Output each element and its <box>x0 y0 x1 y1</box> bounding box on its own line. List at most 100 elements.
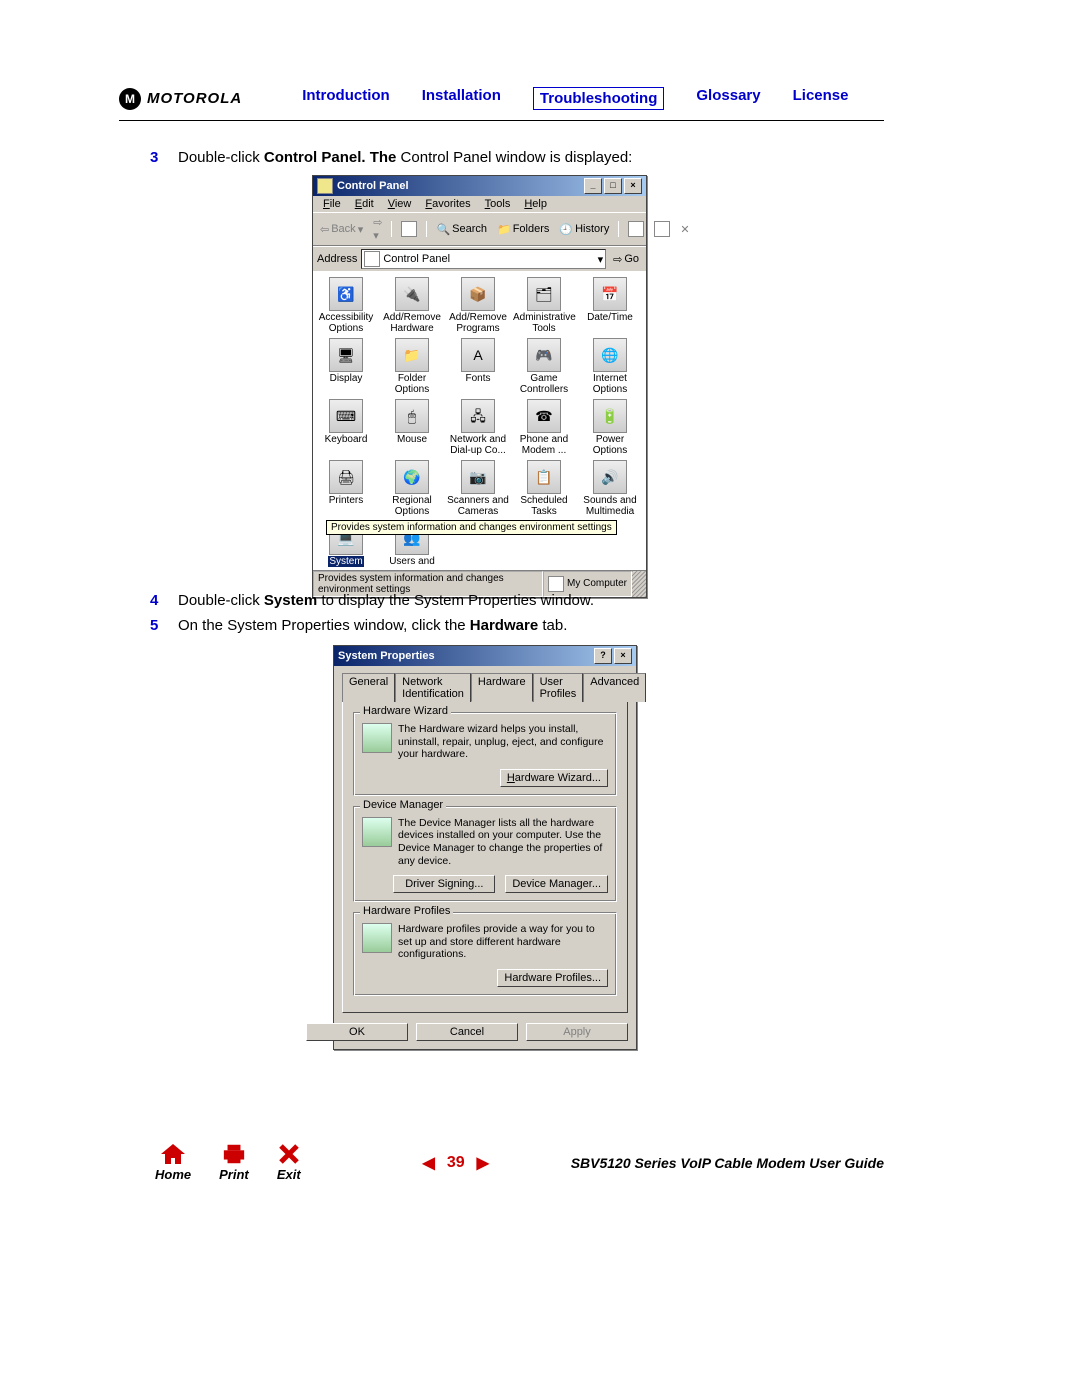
cp-item-add-remove-programs[interactable]: 📦Add/Remove Programs <box>447 277 509 334</box>
system-properties-window: System Properties ? × GeneralNetwork Ide… <box>333 645 637 1050</box>
step-number: 3 <box>150 147 178 168</box>
address-input[interactable]: Control Panel ▾ <box>361 249 606 269</box>
prev-page-arrow[interactable]: ◀ <box>423 1153 435 1173</box>
tab-advanced[interactable]: Advanced <box>583 673 646 702</box>
cp-item-internet-options[interactable]: 🌐Internet Options <box>579 338 641 395</box>
item-icon: 🔋 <box>593 399 627 433</box>
tab-strip: GeneralNetwork IdentificationHardwareUse… <box>342 672 628 701</box>
next-page-arrow[interactable]: ▶ <box>477 1153 489 1173</box>
cp-item-mouse[interactable]: 🖱Mouse <box>381 399 443 456</box>
cp-item-date-time[interactable]: 📅Date/Time <box>579 277 641 334</box>
step-text: Double-click Control Panel. The Control … <box>178 147 632 168</box>
move-to-button[interactable] <box>625 220 647 238</box>
tab-user-profiles[interactable]: User Profiles <box>533 673 584 702</box>
menu-file[interactable]: File <box>317 197 347 211</box>
close-button[interactable]: × <box>614 648 632 664</box>
tab-network-identification[interactable]: Network Identification <box>395 673 471 702</box>
step-number: 5 <box>150 617 178 634</box>
device-manager-button[interactable]: Device Manager... <box>505 875 608 893</box>
step-5: 5 On the System Properties window, click… <box>150 617 884 634</box>
step-3: 3 Double-click Control Panel. The Contro… <box>150 147 884 168</box>
hardware-wizard-button[interactable]: Hardware Wizard... <box>500 769 608 787</box>
nav-introduction[interactable]: Introduction <box>302 87 389 110</box>
cp-item-display[interactable]: 🖥Display <box>315 338 377 395</box>
hardware-profiles-button[interactable]: Hardware Profiles... <box>497 969 608 987</box>
cp-item-regional-options[interactable]: 🌍Regional Options <box>381 460 443 517</box>
cp-item-power-options[interactable]: 🔋Power Options <box>579 399 641 456</box>
help-button[interactable]: ? <box>594 648 612 664</box>
item-icon: 📦 <box>461 277 495 311</box>
tooltip: Provides system information and changes … <box>326 520 617 535</box>
copy-to-button[interactable] <box>651 220 673 238</box>
hardware-profiles-description: Hardware profiles provide a way for you … <box>398 923 608 961</box>
tab-hardware[interactable]: Hardware <box>471 673 533 702</box>
maximize-button[interactable]: □ <box>604 178 622 194</box>
cancel-button[interactable]: Cancel <box>416 1023 518 1041</box>
cp-item-scheduled-tasks[interactable]: 📋Scheduled Tasks <box>513 460 575 517</box>
nav-license[interactable]: License <box>793 87 849 110</box>
exit-link[interactable]: Exit <box>277 1143 301 1182</box>
tab-general[interactable]: General <box>342 673 395 702</box>
back-button[interactable]: ⇦ Back ▾ <box>317 222 366 237</box>
folders-button[interactable]: 📁Folders <box>494 222 552 237</box>
cp-item-add-remove-hardware[interactable]: 🔌Add/Remove Hardware <box>381 277 443 334</box>
item-icon: 📷 <box>461 460 495 494</box>
brand-logo: M MOTOROLA <box>119 88 242 110</box>
forward-button[interactable]: ⇨ ▾ <box>370 215 385 243</box>
driver-signing-button[interactable]: Driver Signing... <box>393 875 495 893</box>
item-icon: 🔌 <box>395 277 429 311</box>
delete-button[interactable]: ✕ <box>677 222 692 237</box>
step-text: Double-click System to display the Syste… <box>178 592 594 609</box>
dropdown-icon[interactable]: ▾ <box>598 253 604 266</box>
step-text: On the System Properties window, click t… <box>178 617 567 634</box>
window-icon <box>317 178 333 194</box>
print-link[interactable]: Print <box>219 1143 249 1182</box>
item-icon: 🔊 <box>593 460 627 494</box>
page-footer: Home Print Exit ◀ 39 ▶ SBV5120 Series Vo… <box>155 1143 884 1182</box>
wizard-icon <box>362 723 392 753</box>
address-bar: Address Control Panel ▾ ⇨Go <box>313 246 646 271</box>
folder-icon <box>364 251 380 267</box>
cp-item-network-and-dial-up-co[interactable]: 🖧Network and Dial-up Co... <box>447 399 509 456</box>
apply-button[interactable]: Apply <box>526 1023 628 1041</box>
print-icon <box>222 1143 246 1165</box>
search-button[interactable]: 🔍Search <box>433 222 490 237</box>
cp-item-scanners-and-cameras[interactable]: 📷Scanners and Cameras <box>447 460 509 517</box>
cp-item-administrative-tools[interactable]: 🗂Administrative Tools <box>513 277 575 334</box>
cp-item-printers[interactable]: 🖨Printers <box>315 460 377 517</box>
ok-button[interactable]: OK <box>306 1023 408 1041</box>
menu-edit[interactable]: Edit <box>349 197 380 211</box>
home-link[interactable]: Home <box>155 1143 191 1182</box>
menu-tools[interactable]: Tools <box>479 197 517 211</box>
history-button[interactable]: 🕘History <box>556 222 612 237</box>
cp-item-folder-options[interactable]: 📁Folder Options <box>381 338 443 395</box>
device-manager-group: Device Manager The Device Manager lists … <box>353 806 617 902</box>
item-icon: 🖨 <box>329 460 363 494</box>
home-icon <box>161 1143 185 1165</box>
cp-item-sounds-and-multimedia[interactable]: 🔊Sounds and Multimedia <box>579 460 641 517</box>
window-title: Control Panel <box>337 180 409 192</box>
titlebar[interactable]: Control Panel _ □ × <box>313 176 646 196</box>
titlebar[interactable]: System Properties ? × <box>334 646 636 666</box>
cp-item-keyboard[interactable]: ⌨Keyboard <box>315 399 377 456</box>
nav-installation[interactable]: Installation <box>422 87 501 110</box>
motorola-batwing-icon: M <box>119 88 141 110</box>
menu-bar: FileEditViewFavoritesToolsHelp <box>313 196 646 212</box>
menu-favorites[interactable]: Favorites <box>419 197 476 211</box>
nav-troubleshooting[interactable]: Troubleshooting <box>533 87 665 110</box>
item-icon: 🖱 <box>395 399 429 433</box>
item-icon: 🌐 <box>593 338 627 372</box>
item-icon: ♿ <box>329 277 363 311</box>
document-title: SBV5120 Series VoIP Cable Modem User Gui… <box>571 1155 884 1171</box>
go-button[interactable]: ⇨Go <box>610 253 642 266</box>
close-button[interactable]: × <box>624 178 642 194</box>
nav-glossary[interactable]: Glossary <box>696 87 760 110</box>
menu-help[interactable]: Help <box>518 197 553 211</box>
minimize-button[interactable]: _ <box>584 178 602 194</box>
cp-item-game-controllers[interactable]: 🎮Game Controllers <box>513 338 575 395</box>
cp-item-accessibility-options[interactable]: ♿Accessibility Options <box>315 277 377 334</box>
menu-view[interactable]: View <box>382 197 418 211</box>
cp-item-phone-and-modem[interactable]: ☎Phone and Modem ... <box>513 399 575 456</box>
cp-item-fonts[interactable]: AFonts <box>447 338 509 395</box>
up-button[interactable] <box>398 220 420 238</box>
